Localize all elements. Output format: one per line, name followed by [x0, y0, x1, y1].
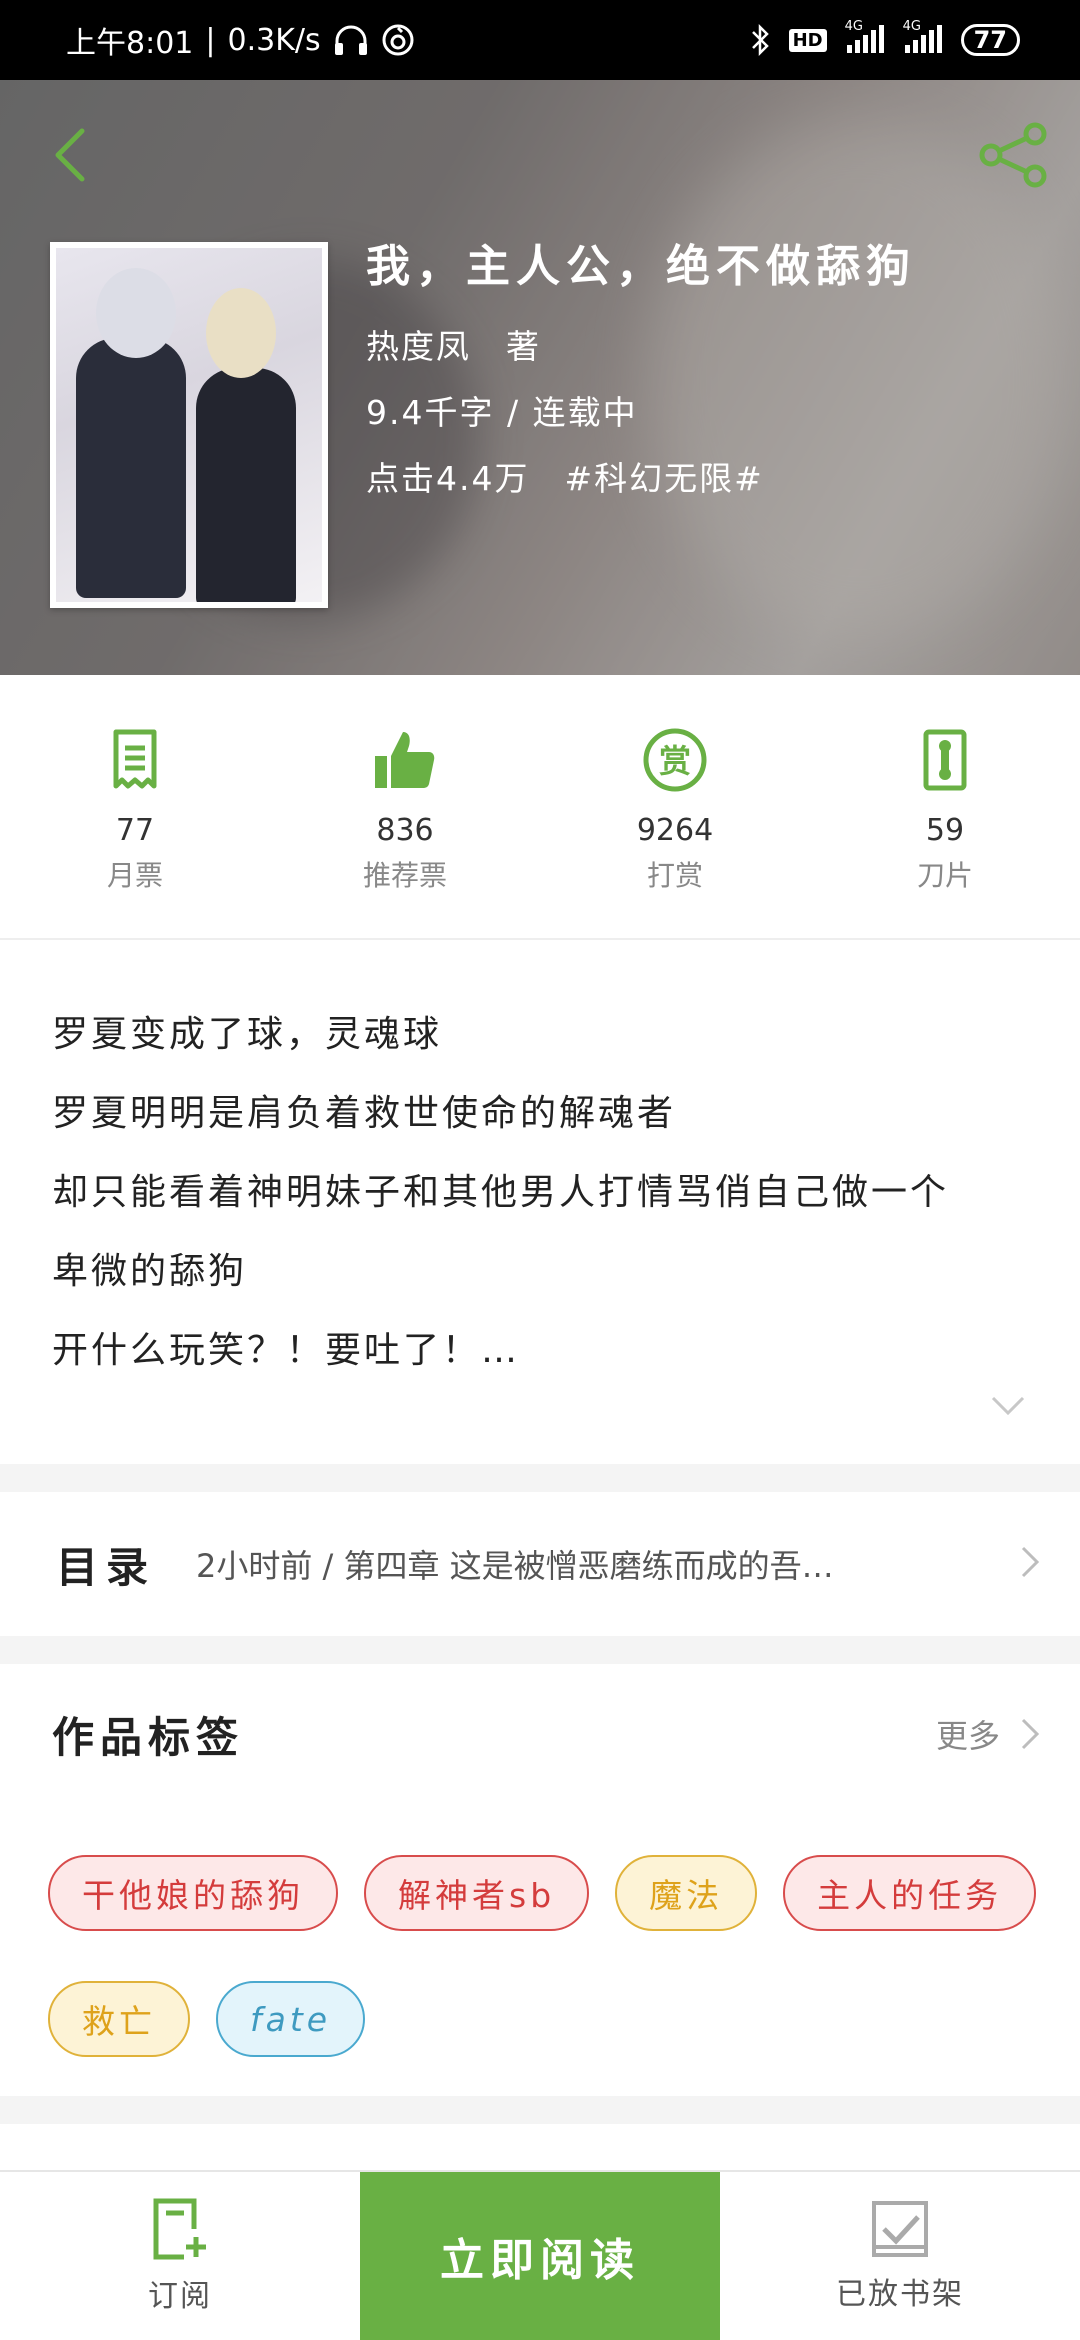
catalog-title: 目录	[56, 1542, 157, 1592]
cover-figure	[76, 338, 186, 598]
headphone-icon	[333, 23, 369, 57]
synopsis-line: 罗夏变成了球，灵魂球	[52, 1014, 443, 1055]
tag-row: 干他娘的舔狗 解神者sb 魔法 主人的任务	[48, 1855, 1037, 1931]
book-author[interactable]: 热度凤 著	[366, 320, 916, 368]
book-cover[interactable]	[50, 242, 328, 608]
svg-text:赏: 赏	[659, 742, 691, 780]
synopsis-line: 开什么玩笑？！要吐了！…	[52, 1330, 521, 1371]
stat-label: 推荐票	[362, 859, 447, 892]
back-button[interactable]	[40, 110, 100, 200]
battery-indicator: 77	[960, 24, 1020, 56]
status-bar: 上午8:01 | 0.3K/s HD 4G 4G 77	[0, 0, 1080, 80]
status-divider: |	[205, 22, 216, 58]
tags-header: 作品标签 更多	[0, 1664, 1080, 1804]
stat-blade[interactable]: 59 刀片	[810, 675, 1080, 938]
book-words-status: 9.4千字 / 连载中	[366, 393, 638, 432]
signal-icon-2: 4G	[903, 19, 943, 55]
subscribe-button[interactable]: 订阅	[0, 2172, 360, 2340]
cover-figure-2	[196, 368, 296, 602]
monthly-ticket-icon	[112, 725, 158, 795]
section-divider	[0, 2096, 1080, 2124]
tag-chip[interactable]: 解神者sb	[364, 1855, 590, 1931]
stat-label: 打赏	[646, 859, 703, 892]
tag-chip[interactable]: 干他娘的舔狗	[48, 1855, 338, 1931]
cover-illustration	[56, 248, 322, 602]
status-time: 上午8:01	[66, 26, 194, 61]
tags-more-button[interactable]: 更多	[936, 1711, 1040, 1757]
tags-title: 作品标签	[52, 1712, 245, 1762]
bookshelf-label: 已放书架	[836, 2277, 964, 2312]
thumbs-up-icon	[373, 725, 437, 795]
tag-chip[interactable]: 魔法	[615, 1855, 758, 1931]
subscribe-icon	[153, 2198, 206, 2260]
chevron-down-icon[interactable]	[990, 1395, 1026, 1421]
book-header: 我，主人公，绝不做舔狗 热度凤 著 9.4千字 / 连载中 点击4.4万 #科幻…	[0, 80, 1080, 675]
section-divider	[0, 1636, 1080, 1664]
stat-label: 刀片	[916, 859, 973, 892]
chevron-right-icon	[1020, 1545, 1040, 1583]
checkbox-icon	[872, 2201, 928, 2257]
cover-figure-head	[96, 268, 176, 358]
stat-recommend[interactable]: 836 推荐票	[270, 675, 540, 938]
bluetooth-icon	[749, 23, 771, 57]
tag-chip[interactable]: 主人的任务	[783, 1855, 1037, 1931]
netease-music-icon	[381, 23, 415, 57]
book-clicks-genre: 点击4.4万 #科幻无限#	[366, 459, 764, 498]
synopsis-line: 罗夏明明是肩负着救世使命的解魂者	[52, 1093, 677, 1134]
stat-monthly-ticket[interactable]: 77 月票	[0, 675, 270, 938]
stat-value: 836	[376, 813, 434, 848]
stat-label: 月票	[106, 859, 163, 892]
book-synopsis[interactable]: 罗夏变成了球，灵魂球 罗夏明明是肩负着救世使命的解魂者 却只能看着神明妹子和其他…	[52, 995, 1032, 1390]
synopsis-line: 却只能看着神明妹子和其他男人打情骂俏自己做一个	[52, 1172, 950, 1213]
subscribe-label: 订阅	[148, 2279, 212, 2314]
read-now-button[interactable]: 立即阅读	[360, 2172, 720, 2340]
tag-chip[interactable]: 救亡	[48, 1981, 190, 2057]
tags-more-label: 更多	[935, 1717, 1000, 1755]
synopsis-line: 卑微的舔狗	[52, 1251, 248, 1292]
bottom-action-bar: 订阅 立即阅读 已放书架	[0, 2170, 1080, 2340]
network-speed: 0.3K/s	[227, 22, 321, 58]
bookshelf-button[interactable]: 已放书架	[720, 2172, 1080, 2340]
chevron-right-icon	[1021, 1718, 1040, 1750]
share-button[interactable]	[974, 110, 1054, 200]
reward-icon: 赏	[642, 725, 708, 795]
hd-badge: HD	[788, 28, 827, 52]
stat-reward[interactable]: 赏 9264 打赏	[540, 675, 810, 938]
book-title: 我，主人公，绝不做舔狗	[366, 241, 916, 292]
tag-chip[interactable]: fate	[216, 1981, 366, 2057]
book-info: 我，主人公，绝不做舔狗 热度凤 著 9.4千字 / 连载中 点击4.4万 #科幻…	[366, 230, 916, 518]
section-divider	[0, 1464, 1080, 1492]
stat-value: 77	[115, 813, 155, 848]
tag-row: 救亡 fate	[48, 1981, 366, 2057]
latest-chapter: 2小时前 / 第四章 这是被憎恶磨练而成的吾…	[196, 1547, 834, 1585]
stat-value: 9264	[636, 813, 714, 848]
blade-icon	[922, 725, 968, 795]
stats-row: 77 月票 836 推荐票 赏 9264 打赏 59 刀片	[0, 675, 1080, 940]
share-icon	[979, 122, 1047, 188]
catalog-row[interactable]: 目录 2小时前 / 第四章 这是被憎恶磨练而成的吾…	[0, 1492, 1080, 1636]
cover-figure-head-2	[206, 288, 276, 378]
stat-value: 59	[925, 813, 965, 848]
signal-icon: 4G	[845, 19, 885, 55]
chevron-left-icon	[55, 128, 85, 182]
